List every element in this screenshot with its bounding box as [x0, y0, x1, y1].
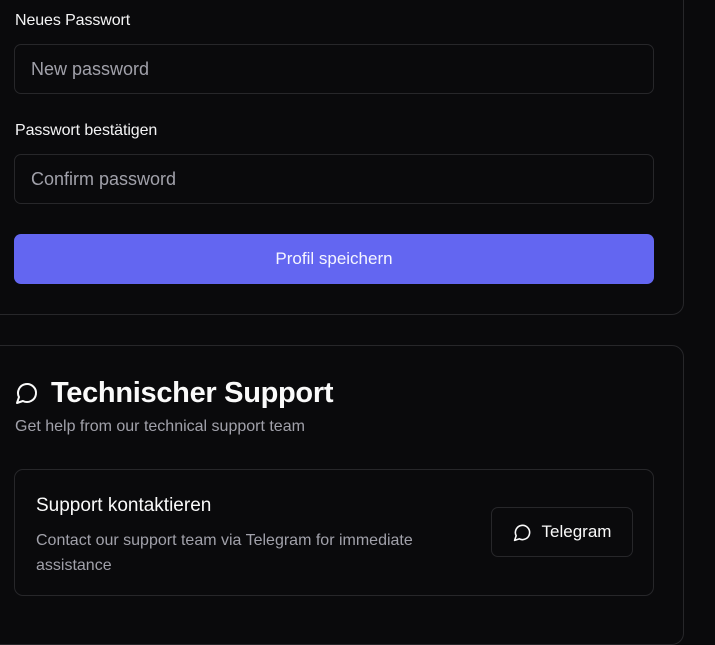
- confirm-password-field[interactable]: [14, 154, 654, 204]
- new-password-field[interactable]: [14, 44, 654, 94]
- contact-heading: Support kontaktieren: [36, 495, 212, 516]
- new-password-label: Neues Passwort: [15, 12, 131, 29]
- confirm-password-label: Passwort bestätigen: [15, 122, 158, 139]
- support-subtitle: Get help from our technical support team: [15, 418, 305, 435]
- message-circle-icon: [513, 523, 532, 542]
- telegram-button[interactable]: Telegram: [491, 507, 633, 557]
- save-profile-button[interactable]: Profil speichern: [14, 234, 654, 284]
- message-circle-icon: [15, 381, 39, 405]
- contact-support-box: Support kontaktieren Contact our support…: [14, 469, 654, 596]
- contact-description: Contact our support team via Telegram fo…: [36, 532, 413, 574]
- support-title: Technischer Support: [15, 374, 334, 412]
- telegram-button-label: Telegram: [541, 522, 612, 541]
- support-title-text: Technischer Support: [51, 376, 334, 409]
